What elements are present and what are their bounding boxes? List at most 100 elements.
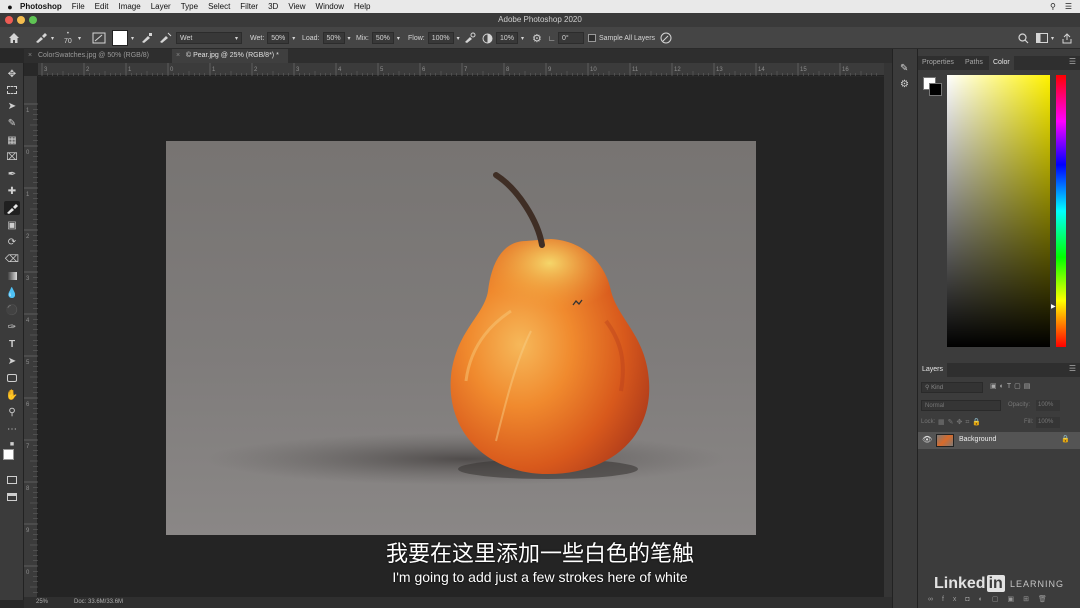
menu-help[interactable]: Help (354, 2, 370, 11)
current-brush-load-swatch[interactable]: ▾ (112, 27, 134, 49)
hand-tool-icon[interactable]: ✋ (4, 388, 20, 402)
path-selection-tool-icon[interactable]: ➤ (4, 354, 20, 368)
smoothing-control[interactable]: 10% ▾ (496, 27, 524, 49)
preset-select[interactable]: Wet ▾ (176, 27, 242, 49)
hue-slider-handle-icon[interactable]: ▶ (1051, 303, 1056, 310)
color-picker-field[interactable] (947, 75, 1050, 347)
load-value[interactable]: 50% (327, 35, 341, 42)
wet-control[interactable]: Wet: 50% ▾ (250, 27, 295, 49)
flow-value[interactable]: 100% (432, 35, 450, 42)
load-brush-icon[interactable] (140, 27, 154, 49)
pasteboard[interactable] (38, 77, 884, 597)
brush-picker-chevron-icon[interactable]: ▾ (78, 27, 81, 49)
mix-value[interactable]: 50% (376, 35, 390, 42)
search-icon[interactable] (1018, 27, 1029, 49)
blur-tool-icon[interactable]: 💧 (4, 286, 20, 300)
frame-tool-icon[interactable]: ⌧ (4, 150, 20, 164)
quick-selection-tool-icon[interactable]: ✎ (4, 116, 20, 130)
workspace-switcher-icon[interactable]: ▾ (1036, 27, 1054, 49)
visibility-eye-icon[interactable]: 👁 (922, 435, 932, 444)
brush-angle-control[interactable]: 0° (558, 27, 584, 49)
panel-menu-icon[interactable]: ☰ (1069, 364, 1076, 373)
close-window-button[interactable] (5, 16, 13, 24)
clone-stamp-tool-icon[interactable]: ▣ (4, 218, 20, 232)
layer-filter-kind-select[interactable]: ⚲ Kind (921, 382, 983, 393)
flow-control[interactable]: Flow: 100% ▾ (408, 27, 460, 49)
canvas-area[interactable] (38, 77, 892, 597)
brush-angle-value[interactable]: 0° (562, 35, 569, 42)
sample-all-layers-checkbox[interactable]: Sample All Layers (588, 27, 655, 49)
pen-tool-icon[interactable]: ✑ (4, 320, 20, 334)
canvas-vertical-scrollbar[interactable] (884, 63, 892, 597)
hue-slider[interactable] (1056, 75, 1066, 347)
opacity-value[interactable]: 100% (1036, 400, 1060, 411)
menu-list-icon[interactable]: ☰ (1065, 2, 1072, 11)
zoom-level[interactable]: 25% (36, 597, 48, 608)
layers-footer-icons[interactable]: ∞fx◘◐▢▣⊞🗑 (928, 595, 1056, 603)
brush-settings-icon[interactable]: ✎ (900, 63, 908, 74)
layer-name[interactable]: Background (959, 436, 996, 443)
menu-layer[interactable]: Layer (151, 2, 171, 11)
menu-3d[interactable]: 3D (268, 2, 278, 11)
airbrush-icon[interactable] (464, 27, 476, 49)
tab-pear[interactable]: × © Pear.jpg @ 25% (RGB/8*) * (172, 49, 288, 63)
tab-layers[interactable]: Layers (918, 363, 948, 377)
smoothing-value[interactable]: 10% (500, 35, 514, 42)
menu-edit[interactable]: Edit (95, 2, 109, 11)
brush-size-picker[interactable]: • 70 (64, 27, 72, 49)
mix-control[interactable]: Mix: 50% ▾ (356, 27, 400, 49)
brush-settings-panel-icon[interactable] (92, 27, 106, 49)
adjustments-icon[interactable]: ⚙ (900, 79, 909, 90)
marquee-tool-icon[interactable] (4, 83, 20, 97)
mixer-brush-tool-icon[interactable] (4, 201, 20, 215)
eraser-tool-icon[interactable]: ⌫ (4, 252, 20, 266)
blend-mode-select[interactable]: Normal (921, 400, 1001, 411)
menu-file[interactable]: File (72, 2, 85, 11)
screen-mode-icon[interactable] (4, 490, 20, 504)
eyedropper-tool-icon[interactable]: ✒ (4, 167, 20, 181)
edit-toolbar-icon[interactable]: ⋯ (4, 422, 20, 436)
quick-mask-icon[interactable] (4, 473, 20, 487)
gradient-tool-icon[interactable] (4, 269, 20, 283)
menu-image[interactable]: Image (118, 2, 140, 11)
pressure-brush-icon[interactable] (660, 27, 672, 49)
checkbox-box[interactable] (588, 34, 596, 42)
panel-menu-icon[interactable]: ☰ (1069, 57, 1076, 66)
healing-brush-tool-icon[interactable]: ✚ (4, 184, 20, 198)
menu-type[interactable]: Type (181, 2, 198, 11)
minimize-window-button[interactable] (17, 16, 25, 24)
foreground-color-swatch[interactable] (3, 449, 14, 460)
layer-row-background[interactable]: 👁 Background 🔒 (918, 432, 1080, 449)
share-icon[interactable] (1062, 27, 1072, 49)
lock-icons[interactable]: ▦✎✥⌗🔒 (938, 418, 984, 427)
document-canvas[interactable] (166, 141, 756, 535)
menu-filter[interactable]: Filter (240, 2, 258, 11)
wet-value[interactable]: 50% (271, 35, 285, 42)
rectangle-tool-icon[interactable] (4, 371, 20, 385)
brush-angle-icon[interactable]: ∟ (548, 27, 556, 49)
close-tab-icon[interactable]: × (176, 49, 180, 63)
zoom-tool-icon[interactable]: ⚲ (4, 405, 20, 419)
color-panel-background-swatch[interactable] (929, 83, 942, 96)
lasso-tool-icon[interactable]: ➤ (4, 99, 20, 113)
apple-icon[interactable]: ● (0, 2, 20, 12)
tab-color[interactable]: Color (989, 56, 1014, 70)
clean-brush-icon[interactable] (158, 27, 172, 49)
move-tool-icon[interactable]: ✥ (4, 67, 20, 81)
menu-app-name[interactable]: Photoshop (20, 2, 62, 11)
dodge-tool-icon[interactable]: ⚫ (4, 303, 20, 317)
tab-properties[interactable]: Properties (918, 56, 958, 70)
doc-size[interactable]: Doc: 33.6M/33.6M (74, 597, 123, 608)
layer-filter-icons[interactable]: ▣◐T▢▤ (990, 382, 1033, 390)
search-icon[interactable]: ⚲ (1050, 2, 1056, 11)
pear-image[interactable] (166, 141, 756, 535)
home-icon[interactable] (8, 27, 20, 49)
smoothing-settings-gear-icon[interactable]: ⚙ (532, 27, 542, 49)
type-tool-icon[interactable]: T (4, 337, 20, 351)
tab-paths[interactable]: Paths (961, 56, 987, 70)
menu-view[interactable]: View (288, 2, 305, 11)
tab-colorswatches[interactable]: × ColorSwatches.jpg @ 50% (RGB/8) (24, 49, 172, 63)
menu-select[interactable]: Select (208, 2, 230, 11)
menu-window[interactable]: Window (316, 2, 344, 11)
crop-tool-icon[interactable]: ▦ (4, 133, 20, 147)
